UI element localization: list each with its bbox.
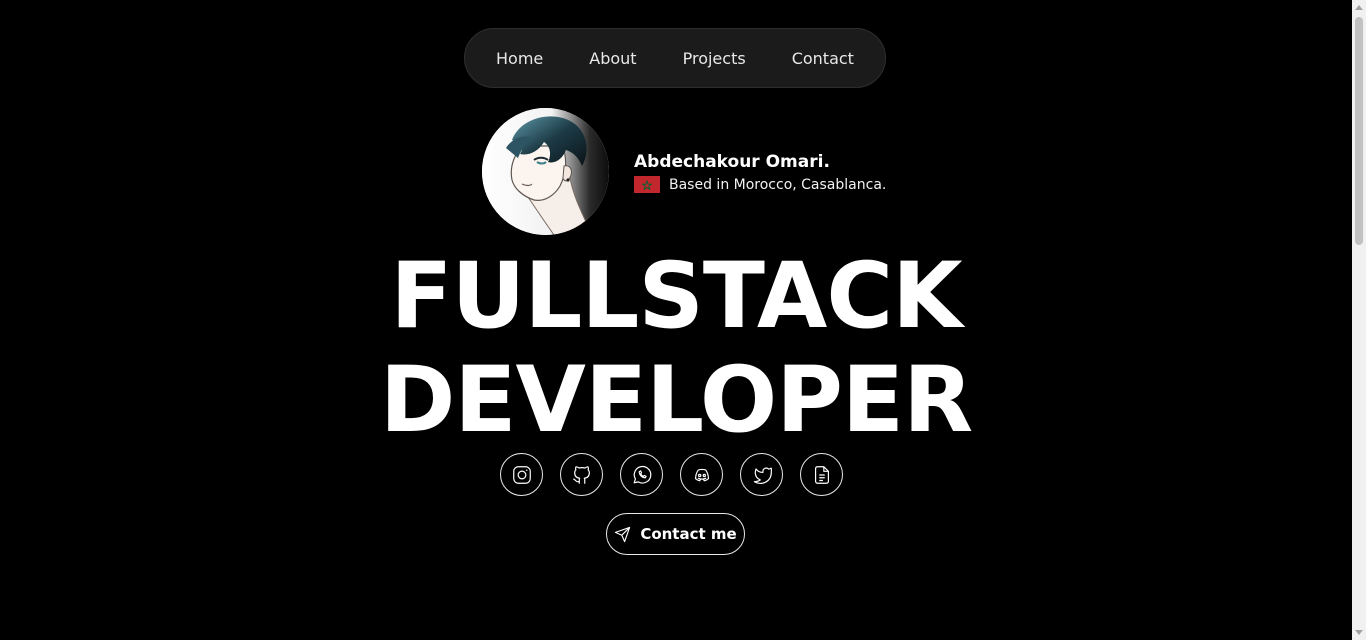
morocco-flag-icon [634,176,660,193]
nav-contact-link[interactable]: Contact [786,43,860,74]
instagram-link[interactable] [500,453,543,496]
scroll-up-arrow-icon[interactable] [1355,5,1363,10]
send-icon [615,526,631,542]
nav-projects-link[interactable]: Projects [677,43,752,74]
twitter-link[interactable] [740,453,783,496]
nav-about-link[interactable]: About [583,43,642,74]
twitter-icon [753,466,772,484]
scroll-down-arrow-icon[interactable] [1355,630,1363,635]
profile-location: Based in Morocco, Casablanca. [669,176,887,193]
hero-line-2: DEVELOPER [379,348,973,453]
profile-info: Abdechakour Omari. Based in Morocco, Cas… [634,151,886,193]
top-nav: Home About Projects Contact [464,28,886,88]
nav-home-link[interactable]: Home [490,43,549,74]
discord-link[interactable] [680,453,723,496]
resume-link[interactable] [800,453,843,496]
instagram-icon [512,465,531,484]
github-link[interactable] [560,453,603,496]
contact-me-label: Contact me [640,525,737,543]
discord-icon [694,468,709,481]
page-scrollbar[interactable] [1352,0,1366,640]
profile-name: Abdechakour Omari. [634,152,830,172]
github-icon [572,465,590,484]
avatar-illustration [482,108,609,235]
whatsapp-link[interactable] [620,453,663,496]
location-row: Based in Morocco, Casablanca. [634,176,886,193]
hero-line-1: FULLSTACK [390,244,962,349]
contact-me-button[interactable]: Contact me [606,513,745,555]
document-icon [814,465,829,484]
scroll-thumb[interactable] [1355,17,1363,245]
profile-avatar [482,108,609,235]
hero-headline: FULLSTACK DEVELOPER [0,245,1352,453]
page: Home About Projects Contact Abdechakour … [0,0,1366,640]
social-links [500,453,843,496]
whatsapp-icon [633,465,651,484]
